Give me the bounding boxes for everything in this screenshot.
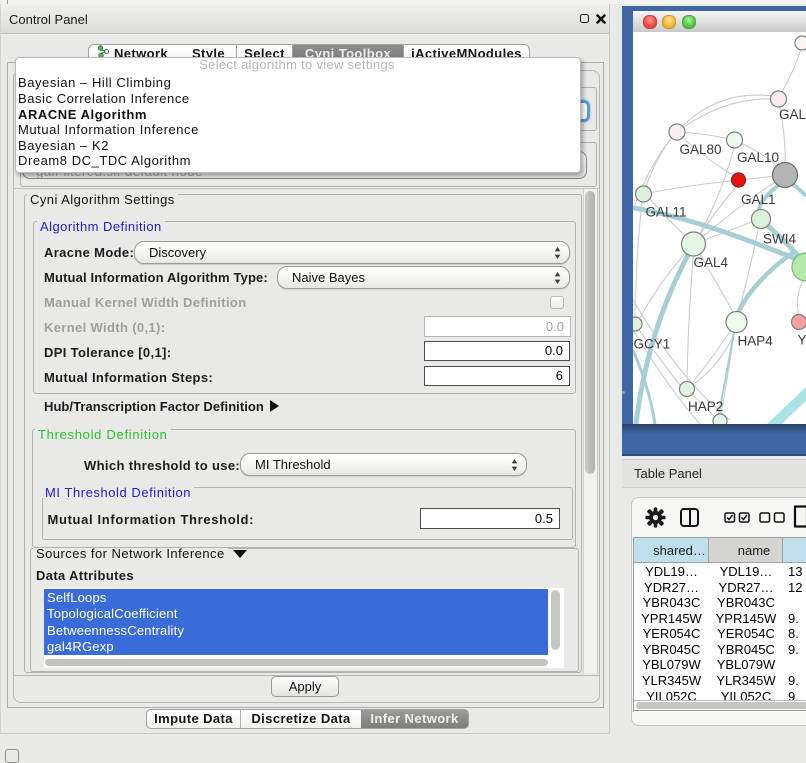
svg-text:GAL80: GAL80 [680, 142, 722, 157]
svg-text:Y: Y [798, 333, 806, 348]
svg-text:GAL4: GAL4 [694, 255, 729, 270]
svg-text:GAL10: GAL10 [737, 150, 779, 165]
svg-text:HAP4: HAP4 [738, 334, 774, 349]
svg-text:GCY1: GCY1 [634, 337, 671, 352]
svg-text:GAL2: GAL2 [779, 107, 806, 122]
svg-text:SWI4: SWI4 [763, 232, 796, 247]
svg-text:HAP2: HAP2 [688, 399, 723, 414]
svg-text:GAL1: GAL1 [741, 192, 776, 207]
svg-text:GAL11: GAL11 [646, 205, 687, 220]
